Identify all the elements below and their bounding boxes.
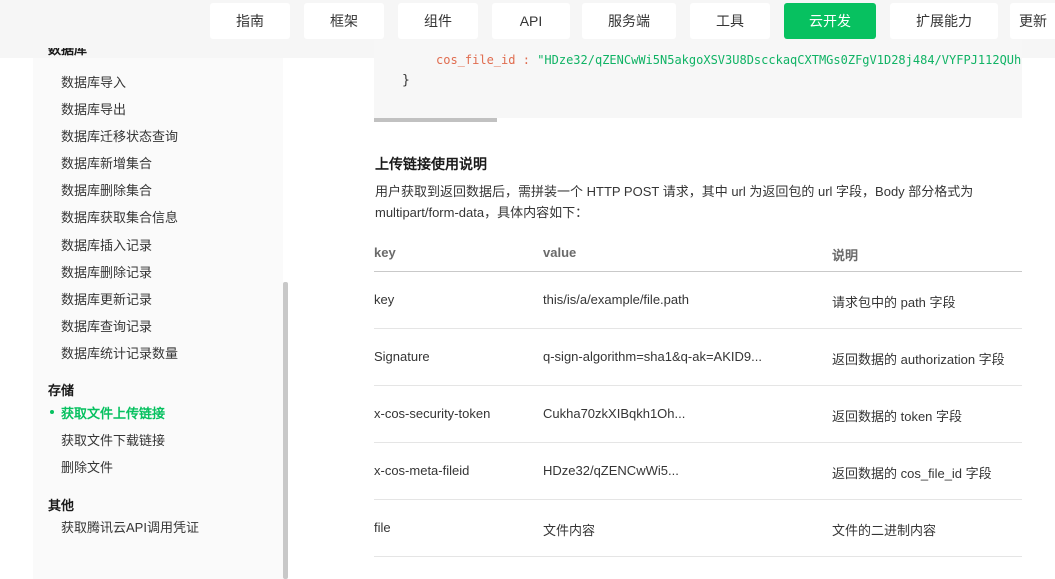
tab-components[interactable]: 组件 (398, 3, 478, 39)
sidebar-item-db-collection-info[interactable]: 数据库获取集合信息 (61, 207, 178, 226)
table-row: Signature q-sign-algorithm=sha1&q-ak=AKI… (374, 329, 1022, 386)
tab-updates[interactable]: 更新 (1010, 3, 1055, 39)
cell-key: file (374, 520, 391, 535)
cell-value: q-sign-algorithm=sha1&q-ak=AKID9... (543, 349, 762, 364)
cell-desc: 返回数据的 cos_file_id 字段 (832, 466, 992, 481)
section-paragraph: 用户获取到返回数据后，需拼装一个 HTTP POST 请求，其中 url 为返回… (375, 184, 974, 220)
cell-key: x-cos-meta-fileid (374, 463, 470, 478)
sidebar-item-db-export[interactable]: 数据库导出 (61, 99, 126, 118)
cell-desc: 返回数据的 token 字段 (832, 409, 963, 424)
section-title: 上传链接使用说明 (375, 156, 487, 172)
cell-key: x-cos-security-token (374, 406, 491, 421)
tab-cloud-dev[interactable]: 云开发 (784, 3, 876, 39)
sidebar-item-db-insert-record[interactable]: 数据库插入记录 (61, 235, 152, 254)
table-row: file 文件内容 文件的二进制内容 (374, 500, 1022, 557)
sidebar-item-api-credential[interactable]: 获取腾讯云API调用凭证 (61, 517, 199, 536)
cell-value: this/is/a/example/file.path (543, 292, 689, 307)
code-closing-brace: } (402, 73, 410, 88)
sidebar-item-db-delete-record[interactable]: 数据库删除记录 (61, 262, 152, 281)
sidebar-scrollbar[interactable] (283, 282, 288, 579)
header-key: key (374, 245, 396, 260)
sidebar-item-db-count-records[interactable]: 数据库统计记录数量 (61, 343, 178, 362)
header-desc: 说明 (832, 248, 859, 263)
sidebar-item-db-query-record[interactable]: 数据库查询记录 (61, 316, 152, 335)
cell-value: 文件内容 (543, 523, 596, 538)
cell-desc: 返回数据的 authorization 字段 (832, 352, 1005, 367)
sidebar-item-delete-file[interactable]: 删除文件 (61, 457, 113, 476)
code-separator: : (522, 53, 530, 67)
active-item-dot (50, 410, 54, 414)
cell-key: key (374, 292, 395, 307)
code-line: cos_file_id : "HDze32/qZENCwWi5N5akgoXSV… (436, 53, 1022, 67)
table-header: key value 说明 (374, 233, 1022, 272)
code-value: "HDze32/qZENCwWi5N5akgoXSV3U8DscckaqCXTM… (537, 53, 1022, 67)
table-row: key this/is/a/example/file.path 请求包中的 pa… (374, 272, 1022, 329)
sidebar-item-db-import[interactable]: 数据库导入 (61, 72, 126, 91)
cell-value: HDze32/qZENCwWi5... (543, 463, 679, 478)
sidebar-heading-storage: 存储 (48, 383, 75, 398)
sidebar-item-upload-link[interactable]: 获取文件上传链接 (61, 403, 165, 422)
header-value: value (543, 245, 577, 260)
sidebar-item-db-delete-collection[interactable]: 数据库删除集合 (61, 180, 152, 199)
sidebar-item-db-migrate-status[interactable]: 数据库迁移状态查询 (61, 126, 178, 145)
tab-tools[interactable]: 工具 (690, 3, 770, 39)
tab-framework[interactable]: 框架 (304, 3, 384, 39)
code-scroll-thumb[interactable] (374, 118, 497, 122)
code-key: cos_file_id (436, 53, 516, 67)
table-row: x-cos-meta-fileid HDze32/qZENCwWi5... 返回… (374, 443, 1022, 500)
table-row: x-cos-security-token Cukha70zkXIBqkh1Oh.… (374, 386, 1022, 443)
tab-guide[interactable]: 指南 (210, 3, 290, 39)
sidebar-item-download-link[interactable]: 获取文件下载链接 (61, 430, 165, 449)
tab-extensions[interactable]: 扩展能力 (890, 3, 998, 39)
cell-desc: 文件的二进制内容 (832, 523, 937, 538)
sidebar-item-db-update-record[interactable]: 数据库更新记录 (61, 289, 152, 308)
cell-desc: 请求包中的 path 字段 (832, 295, 956, 310)
sidebar-item-db-add-collection[interactable]: 数据库新增集合 (61, 153, 152, 172)
tab-api[interactable]: API (492, 3, 570, 39)
sidebar-heading-database: 数据库 (48, 48, 88, 57)
sidebar-heading-other: 其他 (48, 498, 75, 513)
code-block: cos_file_id : "HDze32/qZENCwWi5N5akgoXSV… (374, 40, 1022, 118)
cell-key: Signature (374, 349, 430, 364)
tab-server[interactable]: 服务端 (582, 3, 676, 39)
cell-value: Cukha70zkXIBqkh1Oh... (543, 406, 686, 421)
